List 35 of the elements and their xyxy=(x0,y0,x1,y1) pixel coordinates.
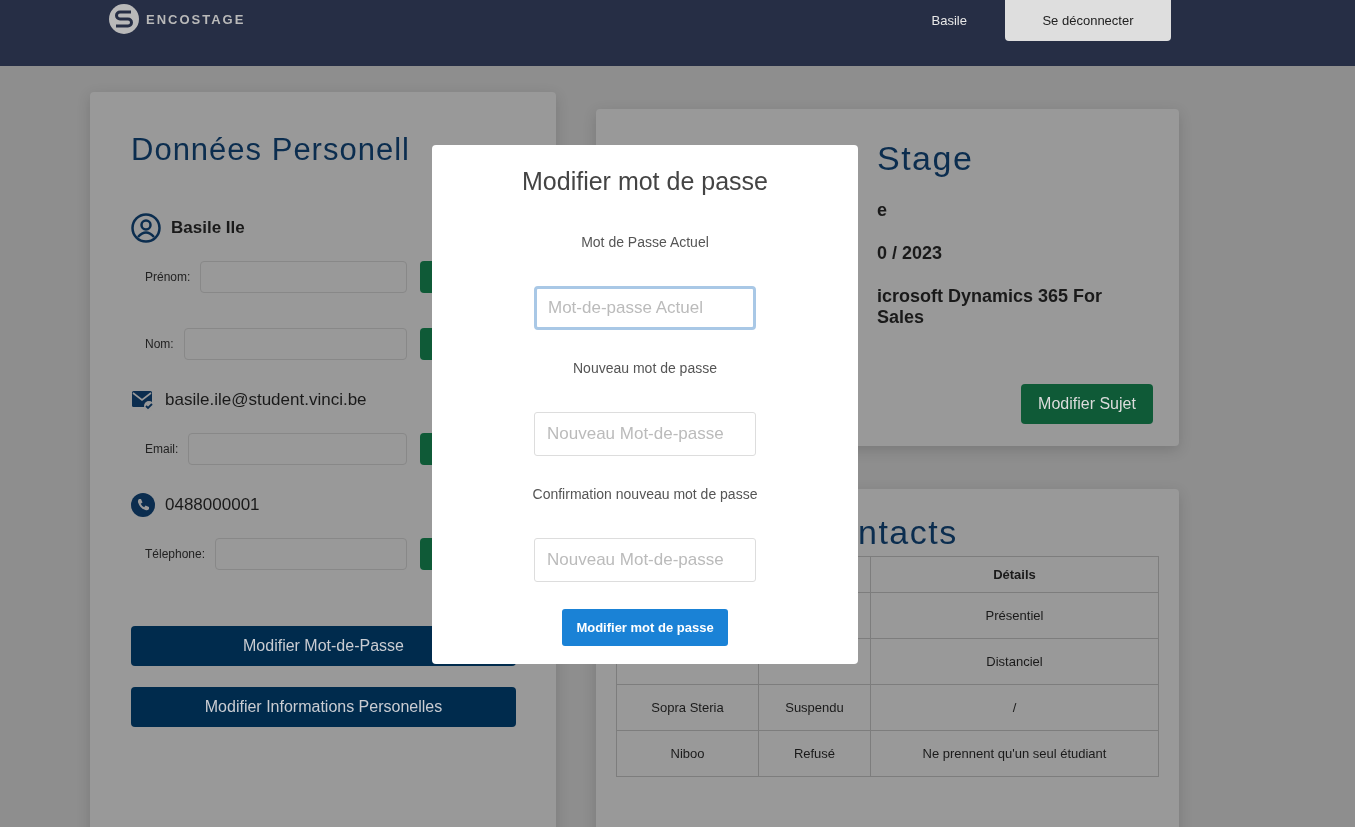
user-full-name: Basile Ile xyxy=(171,218,245,238)
modal-title: Modifier mot de passe xyxy=(522,167,768,196)
field-label: Confirmation nouveau mot de passe xyxy=(532,486,758,502)
logout-button[interactable]: Se déconnecter xyxy=(1005,0,1171,41)
table-cell: / xyxy=(1012,700,1017,715)
user-name: Basile xyxy=(931,13,967,28)
table-cell: Refusé xyxy=(793,746,836,761)
password-field[interactable]: Nouveau Mot-de-passe xyxy=(534,412,756,456)
card-title: Stage xyxy=(877,139,975,178)
table-cell: Ne prennent qu'un seul étudiant xyxy=(922,746,1107,761)
table-cell: Sopra Steria xyxy=(651,700,724,715)
field-label: Télephone: xyxy=(145,547,206,561)
logo-text: ENCOSTAGE xyxy=(146,11,246,27)
field-label: Nom: xyxy=(145,337,174,351)
password-field[interactable]: Mot-de-passe Actuel xyxy=(534,286,756,330)
submit-button[interactable]: Modifier mot de passe xyxy=(562,609,728,646)
field-label: Prénom: xyxy=(145,270,191,284)
card-title: Données Personell xyxy=(131,132,411,168)
field-label: Email: xyxy=(145,442,179,456)
card-title: ntacts xyxy=(857,514,959,550)
stage-info-text: icrosoft Dynamics 365 For Sales xyxy=(877,286,1104,328)
table-cell: Niboo xyxy=(670,746,705,761)
field-label: Mot de Passe Actuel xyxy=(581,234,709,250)
table-cell: Distanciel xyxy=(986,654,1043,669)
table-cell: Présentiel xyxy=(985,608,1044,623)
field-label: Nouveau mot de passe xyxy=(573,360,717,376)
password-field[interactable]: Nouveau Mot-de-passe xyxy=(534,538,756,582)
stage-info-text: 0 / 2023 xyxy=(877,243,944,264)
column-header: Détails xyxy=(993,567,1036,582)
email-address: basile.ile@student.vinci.be xyxy=(165,390,367,410)
phone-number: 0488000001 xyxy=(165,495,260,515)
modify-subject-button[interactable]: Modifier Sujet xyxy=(1021,384,1153,424)
modify-button[interactable]: Modifier Informations Personelles xyxy=(131,687,516,727)
table-cell: Suspendu xyxy=(785,700,844,715)
stage-info-text: e xyxy=(877,200,888,221)
